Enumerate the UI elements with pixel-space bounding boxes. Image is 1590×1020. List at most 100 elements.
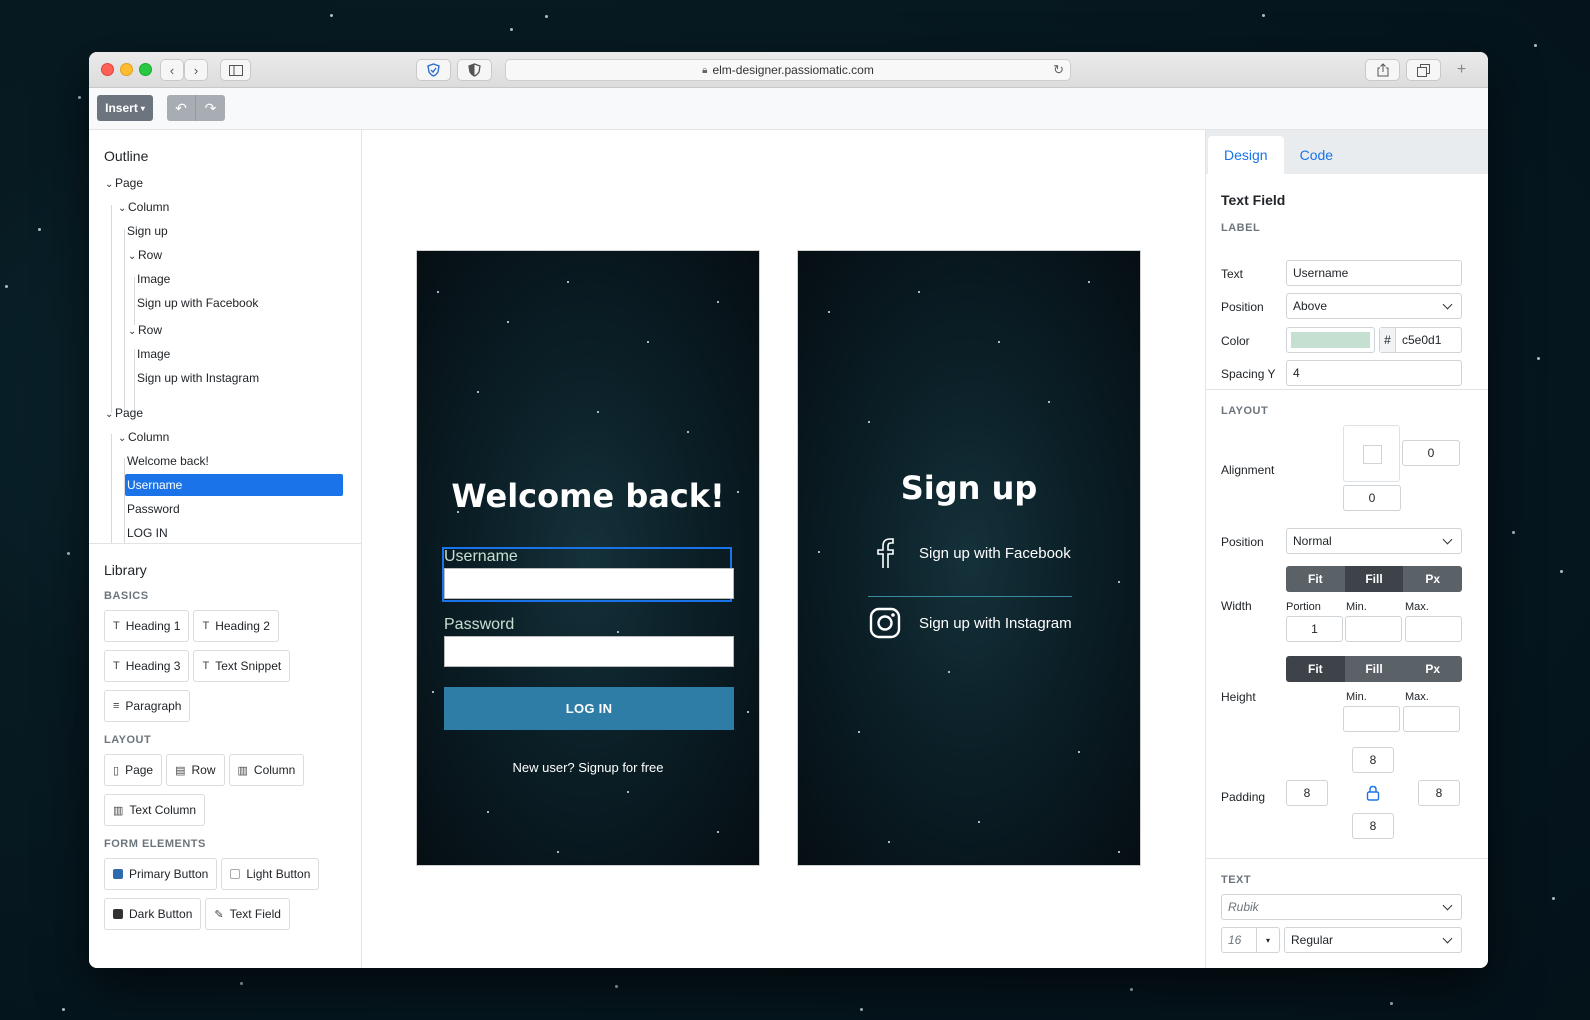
heading3-label: Heading 3 xyxy=(125,659,181,673)
font-size-input[interactable]: 16 xyxy=(1221,927,1257,953)
outline-item-column[interactable]: ⌄ Column xyxy=(118,426,169,448)
redo-icon[interactable]: ↷ xyxy=(196,95,225,121)
heading3-button[interactable]: T Heading 3 xyxy=(104,650,190,682)
heading2-button[interactable]: T Heading 2 xyxy=(193,610,279,642)
reload-icon[interactable]: ↻ xyxy=(1053,62,1064,78)
outline-item-column[interactable]: ⌄ Column xyxy=(118,196,169,218)
minimize-window-button[interactable] xyxy=(120,63,133,76)
text-caption: TEXT xyxy=(1221,874,1252,886)
height-max-input[interactable] xyxy=(1403,706,1460,732)
outline-item-welcome[interactable]: Welcome back! xyxy=(127,450,209,472)
signup-page-preview[interactable]: Sign up Sign up with Facebook Sign up wi… xyxy=(797,250,1141,866)
height-min-input[interactable] xyxy=(1343,706,1400,732)
height-mode-toggle: Fit Fill Px xyxy=(1286,656,1462,682)
font-weight-select[interactable]: Regular xyxy=(1284,927,1462,953)
layout-position-select[interactable]: Normal xyxy=(1286,528,1462,554)
align-y-input[interactable]: 0 xyxy=(1343,485,1401,511)
row-button[interactable]: ▤ Row xyxy=(166,754,225,786)
username-input[interactable] xyxy=(444,568,734,599)
alignment-center[interactable] xyxy=(1363,445,1382,464)
height-px-button[interactable]: Px xyxy=(1403,656,1462,682)
lock-icon[interactable] xyxy=(1366,785,1380,806)
chevron-down-icon[interactable]: ⌄ xyxy=(105,404,115,426)
forward-icon[interactable]: › xyxy=(184,59,208,81)
text-value-input[interactable]: Username xyxy=(1286,260,1462,286)
padding-left-input[interactable]: 8 xyxy=(1286,780,1328,806)
element-title: Text Field xyxy=(1221,192,1286,208)
dark-button-item[interactable]: Dark Button xyxy=(104,898,202,930)
font-size-dropdown[interactable]: ▾ xyxy=(1256,927,1280,953)
signup-heading[interactable]: Sign up xyxy=(798,469,1140,507)
outline-item-login[interactable]: LOG IN xyxy=(127,522,168,543)
design-canvas[interactable]: Welcome back! Username Password LOG IN N… xyxy=(362,130,1205,968)
new-tab-icon[interactable]: + xyxy=(1450,59,1473,81)
chevron-down-icon[interactable]: ⌄ xyxy=(128,246,138,268)
signup-link[interactable]: New user? Signup for free xyxy=(417,760,759,775)
column-button[interactable]: ▥ Column xyxy=(228,754,305,786)
light-button-item[interactable]: Light Button xyxy=(221,858,320,890)
width-px-button[interactable]: Px xyxy=(1403,566,1462,592)
width-fill-button[interactable]: Fill xyxy=(1344,566,1404,592)
username-field[interactable]: Username xyxy=(444,548,734,599)
color-swatch-button[interactable] xyxy=(1286,327,1375,353)
fullscreen-window-button[interactable] xyxy=(139,63,152,76)
share-icon[interactable] xyxy=(1365,59,1400,81)
chevron-down-icon[interactable]: ⌄ xyxy=(118,198,128,220)
outline-item-username[interactable]: Username xyxy=(125,474,343,496)
password-field[interactable]: Password xyxy=(444,616,734,667)
chevron-down-icon[interactable]: ⌄ xyxy=(105,174,115,196)
back-icon[interactable]: ‹ xyxy=(160,59,184,81)
heading1-button[interactable]: T Heading 1 xyxy=(104,610,190,642)
paragraph-button[interactable]: ≡ Paragraph xyxy=(104,690,191,722)
padding-bottom-input[interactable]: 8 xyxy=(1352,813,1394,839)
outline-item-page[interactable]: ⌄ Page xyxy=(105,402,143,424)
primary-button-item[interactable]: Primary Button xyxy=(104,858,218,890)
spacing-input[interactable]: 4 xyxy=(1286,360,1462,386)
outline-item-image[interactable]: Image xyxy=(137,343,170,365)
login-button[interactable]: LOG IN xyxy=(444,687,734,730)
align-x-input[interactable]: 0 xyxy=(1402,440,1460,466)
outline-item-image[interactable]: Image xyxy=(137,268,170,290)
privacy-icon[interactable] xyxy=(457,59,492,81)
outline-item-sign-up[interactable]: Sign up xyxy=(127,220,168,242)
text-field-item[interactable]: ✎ Text Field xyxy=(205,898,290,930)
login-page-preview[interactable]: Welcome back! Username Password LOG IN N… xyxy=(416,250,760,866)
chevron-down-icon[interactable]: ⌄ xyxy=(128,321,138,343)
close-window-button[interactable] xyxy=(101,63,114,76)
portion-input[interactable]: 1 xyxy=(1286,616,1343,642)
padding-top-input[interactable]: 8 xyxy=(1352,747,1394,773)
tab-code[interactable]: Code xyxy=(1284,136,1349,174)
tab-design[interactable]: Design xyxy=(1208,136,1284,174)
outline-item-facebook[interactable]: Sign up with Facebook xyxy=(137,292,258,314)
tabs-overview-icon[interactable] xyxy=(1406,59,1441,81)
outline-item-row[interactable]: ⌄ Row xyxy=(128,319,162,341)
facebook-row[interactable]: Sign up with Facebook xyxy=(868,536,1071,570)
chevron-down-icon[interactable]: ⌄ xyxy=(118,428,128,450)
layout-caption: LAYOUT xyxy=(104,734,152,746)
text-snippet-button[interactable]: T Text Snippet xyxy=(193,650,291,682)
welcome-heading[interactable]: Welcome back! xyxy=(417,477,759,515)
height-fill-button[interactable]: Fill xyxy=(1344,656,1404,682)
width-max-input[interactable] xyxy=(1405,616,1462,642)
outline-item-instagram[interactable]: Sign up with Instagram xyxy=(137,367,259,389)
insert-menu-button[interactable]: Insert ▾ xyxy=(97,95,153,121)
outline-item-page[interactable]: ⌄ Page xyxy=(105,172,143,194)
address-bar[interactable]: 🔒︎ elm-designer.passiomatic.com ↻ xyxy=(505,59,1071,81)
page-button[interactable]: ▯ Page xyxy=(104,754,163,786)
width-fit-button[interactable]: Fit xyxy=(1286,566,1345,592)
outline-item-row[interactable]: ⌄ Row xyxy=(128,244,162,266)
label-position-select[interactable]: Above xyxy=(1286,293,1462,319)
height-fit-button[interactable]: Fit xyxy=(1286,656,1345,682)
alignment-picker[interactable] xyxy=(1343,425,1400,482)
password-input[interactable] xyxy=(444,636,734,667)
sidebar-toggle-icon[interactable] xyxy=(220,59,251,81)
width-min-input[interactable] xyxy=(1345,616,1402,642)
instagram-row[interactable]: Sign up with Instagram xyxy=(868,606,1072,640)
outline-item-password[interactable]: Password xyxy=(127,498,180,520)
text-column-button[interactable]: ▥ Text Column xyxy=(104,794,206,826)
font-family-select[interactable]: Rubik xyxy=(1221,894,1462,920)
color-hex-input[interactable]: # c5e0d1 xyxy=(1379,327,1462,353)
shield-icon[interactable] xyxy=(416,59,451,81)
undo-icon[interactable]: ↶ xyxy=(167,95,196,121)
padding-right-input[interactable]: 8 xyxy=(1418,780,1460,806)
